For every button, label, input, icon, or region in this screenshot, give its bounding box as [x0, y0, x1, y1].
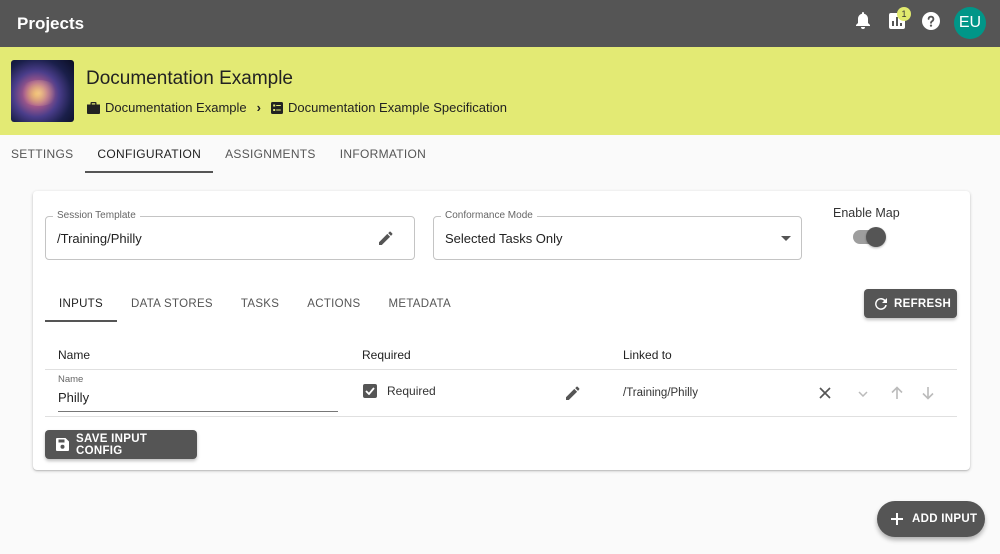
project-title: Documentation Example	[86, 68, 293, 89]
breadcrumb: Documentation Example › Documentation Ex…	[87, 100, 507, 115]
column-header-required: Required	[362, 348, 411, 362]
required-checkbox-label: Required	[387, 384, 436, 398]
tab-information[interactable]: INFORMATION	[328, 135, 438, 173]
refresh-icon	[875, 297, 887, 310]
tab-metadata[interactable]: METADATA	[374, 286, 464, 322]
session-template-field[interactable]: Session Template /Training/Philly	[45, 210, 415, 260]
linked-to-value: /Training/Philly	[623, 387, 698, 399]
tab-settings[interactable]: SETTINGS	[0, 135, 85, 173]
refresh-label: REFRESH	[894, 297, 952, 310]
plus-icon	[891, 513, 903, 525]
chevron-right-icon: ›	[256, 100, 261, 115]
edit-pencil-icon[interactable]	[378, 230, 394, 246]
bell-icon	[855, 11, 871, 35]
tab-actions[interactable]: ACTIONS	[293, 286, 374, 322]
refresh-button[interactable]: REFRESH	[864, 289, 957, 318]
tab-configuration[interactable]: CONFIGURATION	[85, 135, 213, 173]
enable-map-toggle[interactable]	[853, 227, 886, 247]
checkmark-icon	[365, 387, 375, 395]
conformance-mode-select[interactable]: Conformance Mode Selected Tasks Only	[433, 210, 802, 260]
tab-assignments[interactable]: ASSIGNMENTS	[213, 135, 328, 173]
input-name-value: Philly	[58, 390, 90, 405]
conformance-mode-label: Conformance Mode	[441, 210, 537, 221]
app-bar-actions: 1 EU	[846, 7, 986, 39]
save-input-config-button[interactable]: SAVE INPUT CONFIG	[45, 430, 197, 459]
tab-tasks[interactable]: TASKS	[227, 286, 293, 322]
tab-inputs[interactable]: INPUTS	[45, 286, 117, 322]
table-header-divider	[45, 369, 957, 370]
save-disk-icon	[56, 438, 69, 451]
toggle-knob	[866, 227, 886, 247]
close-icon[interactable]	[819, 387, 831, 399]
notifications-button[interactable]	[846, 7, 880, 39]
session-template-label: Session Template	[53, 210, 140, 221]
breadcrumb-specification[interactable]: Documentation Example Specification	[288, 100, 507, 115]
main-tabs: SETTINGS CONFIGURATION ASSIGNMENTS INFOR…	[0, 135, 438, 173]
notification-badge: 1	[897, 7, 911, 21]
reports-button[interactable]: 1	[880, 7, 914, 39]
input-name-label: Name	[58, 374, 84, 385]
config-sub-tabs: INPUTS DATA STORES TASKS ACTIONS METADAT…	[45, 286, 465, 322]
tab-data-stores[interactable]: DATA STORES	[117, 286, 227, 322]
input-name-field[interactable]: Name Philly	[58, 374, 338, 412]
add-input-label: ADD INPUT	[912, 513, 978, 525]
project-thumbnail	[11, 60, 74, 122]
chevron-down-icon[interactable]	[858, 391, 868, 397]
project-banner: Documentation Example Documentation Exam…	[0, 47, 1000, 135]
enable-map-label: Enable Map	[833, 206, 900, 220]
save-input-config-label: SAVE INPUT CONFIG	[76, 432, 148, 457]
specification-icon	[270, 101, 283, 114]
dropdown-arrow-icon	[781, 236, 791, 241]
table-row-divider	[45, 416, 957, 417]
help-button[interactable]	[914, 7, 948, 39]
breadcrumb-project[interactable]: Documentation Example	[105, 100, 247, 115]
edit-link-pencil-icon[interactable]	[565, 385, 581, 401]
help-circle-icon	[922, 11, 940, 35]
session-template-value: /Training/Philly	[57, 231, 142, 246]
add-input-button[interactable]: ADD INPUT	[877, 501, 985, 537]
arrow-down-icon[interactable]	[922, 386, 934, 400]
column-header-linked-to: Linked to	[623, 348, 672, 362]
app-title: Projects	[17, 13, 85, 33]
required-checkbox[interactable]	[363, 384, 377, 398]
arrow-up-icon[interactable]	[891, 386, 903, 400]
column-header-name: Name	[58, 348, 91, 362]
app-bar: Projects 1 EU	[0, 0, 1000, 47]
briefcase-icon	[87, 101, 100, 114]
conformance-mode-value: Selected Tasks Only	[445, 231, 563, 246]
user-avatar[interactable]: EU	[954, 7, 986, 39]
configuration-card: Session Template /Training/Philly Confor…	[33, 191, 970, 470]
